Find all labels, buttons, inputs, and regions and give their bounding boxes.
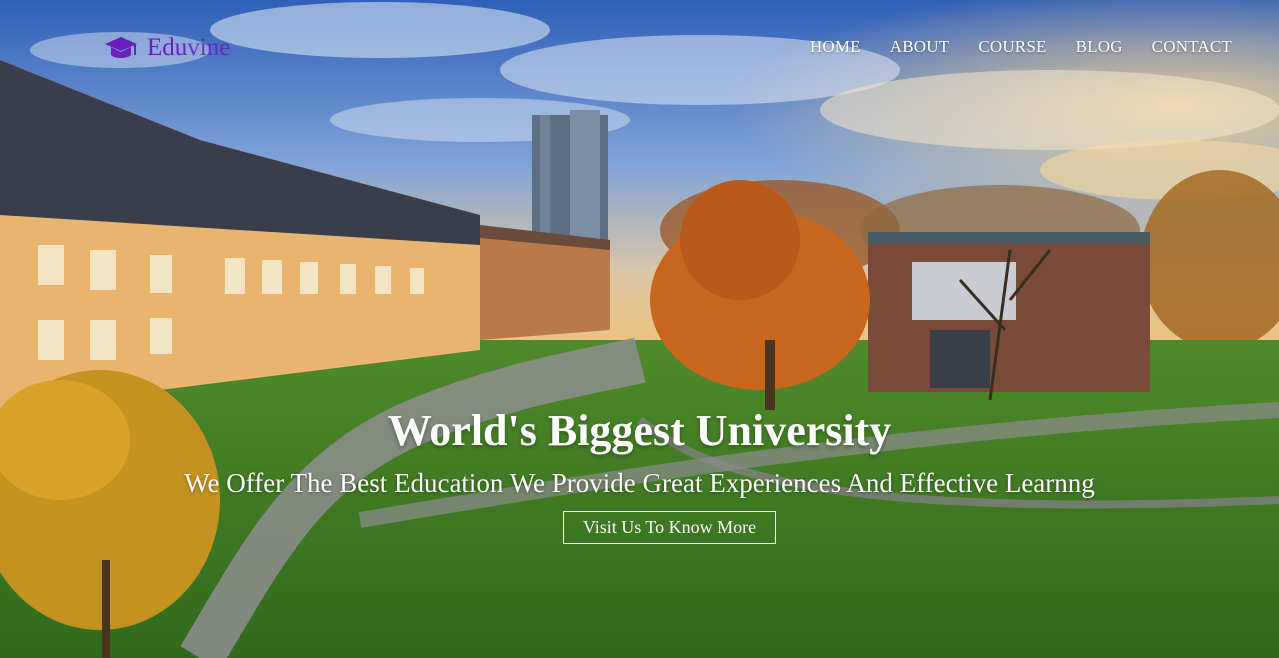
nav-link-home[interactable]: HOME [810, 36, 861, 58]
nav-link-course[interactable]: COURSE [978, 36, 1046, 58]
hero-title: World's Biggest University [387, 406, 892, 455]
brand-name-part-1: Edu [147, 34, 188, 61]
nav-link-contact[interactable]: CONTACT [1152, 36, 1232, 58]
brand-logo[interactable]: Eduvine [103, 33, 230, 63]
brand-name-part-2: vine [187, 34, 231, 61]
hero-subtitle: We Offer The Best Education We Provide G… [184, 468, 1095, 498]
campus-background-image [0, 0, 1279, 658]
visit-us-button[interactable]: Visit Us To Know More [563, 511, 776, 544]
nav-link-blog[interactable]: BLOG [1076, 36, 1123, 58]
main-navigation: HOME ABOUT COURSE BLOG CONTACT [810, 36, 1232, 58]
nav-link-about[interactable]: ABOUT [890, 36, 950, 58]
hero-section: Eduvine HOME ABOUT COURSE BLOG CONTACT W… [0, 0, 1279, 658]
graduation-cap-icon [105, 37, 137, 58]
